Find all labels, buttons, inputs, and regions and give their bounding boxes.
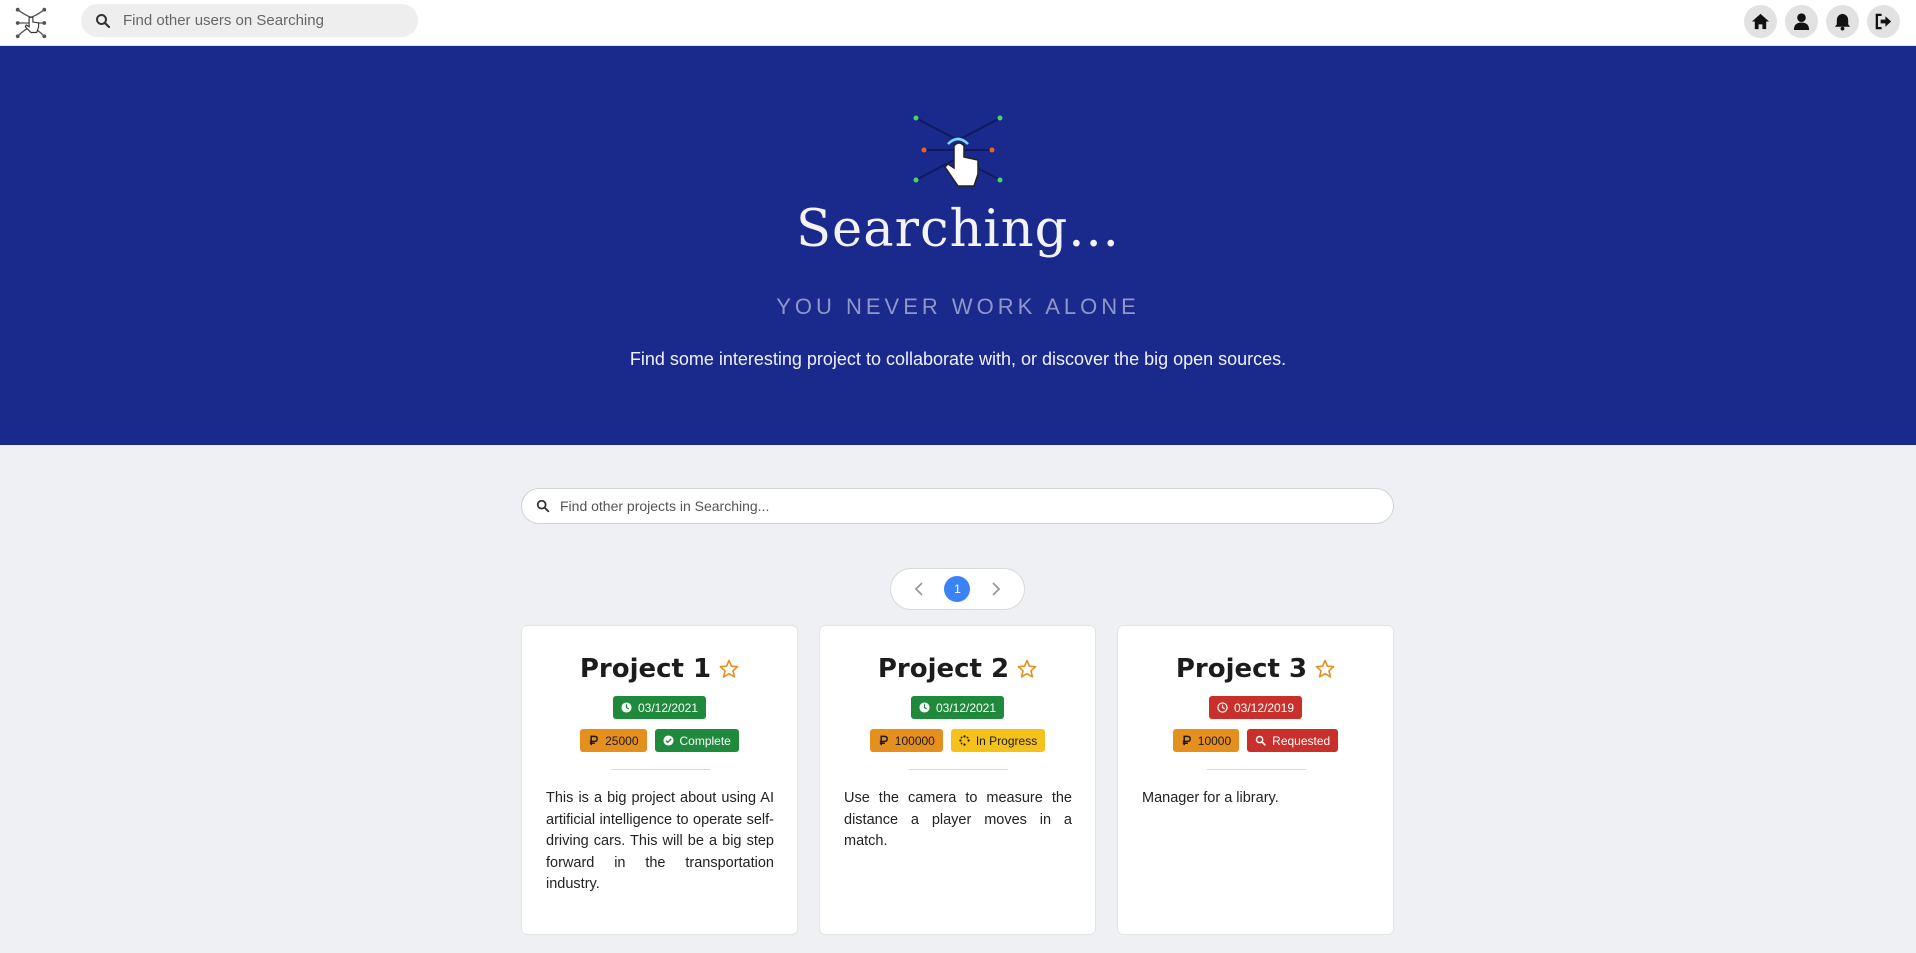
search-icon bbox=[96, 13, 111, 28]
app-logo-icon[interactable] bbox=[12, 4, 50, 42]
searching-logo-icon bbox=[913, 115, 1003, 187]
date-text: 03/12/2019 bbox=[1233, 700, 1295, 715]
project-card[interactable]: Project 2 03/12/2021 100000 In Progress … bbox=[819, 625, 1096, 935]
nav-actions bbox=[1744, 5, 1900, 38]
clock-icon bbox=[1217, 702, 1228, 713]
card-divider bbox=[1207, 769, 1306, 770]
pagination: 1 bbox=[890, 568, 1025, 610]
status-text: Requested bbox=[1272, 733, 1331, 748]
status-badge: Requested bbox=[1247, 729, 1339, 752]
reward-badge: 10000 bbox=[1172, 729, 1240, 752]
logout-button[interactable] bbox=[1867, 5, 1900, 38]
status-text: Complete bbox=[679, 733, 731, 748]
reward-badge: 100000 bbox=[869, 729, 943, 752]
star-icon[interactable] bbox=[719, 659, 739, 679]
ruble-icon bbox=[879, 735, 888, 746]
ruble-icon bbox=[1182, 735, 1191, 746]
reward-badge: 25000 bbox=[580, 729, 647, 752]
date-text: 03/12/2021 bbox=[935, 700, 997, 715]
date-badge: 03/12/2019 bbox=[1208, 696, 1303, 719]
user-search-input[interactable] bbox=[123, 12, 383, 29]
project-search-input[interactable] bbox=[560, 498, 1360, 514]
project-title[interactable]: Project 1 bbox=[580, 654, 711, 684]
status-badge: Complete bbox=[654, 729, 739, 752]
status-badge: In Progress bbox=[950, 729, 1046, 752]
top-navbar bbox=[0, 0, 1916, 46]
card-divider bbox=[909, 769, 1008, 770]
hero-title: Searching... bbox=[796, 200, 1120, 259]
date-text: 03/12/2021 bbox=[637, 700, 699, 715]
project-description: This is a big project about using AI art… bbox=[546, 790, 774, 892]
logout-icon bbox=[1875, 13, 1892, 30]
project-description: Use the camera to measure the distance a… bbox=[844, 790, 1072, 849]
project-search-bar[interactable] bbox=[521, 488, 1394, 524]
previous-page-button[interactable] bbox=[909, 579, 929, 599]
date-badge: 03/12/2021 bbox=[910, 696, 1005, 719]
home-icon bbox=[1751, 13, 1770, 30]
hero-description: Find some interesting project to collabo… bbox=[629, 349, 1287, 369]
card-divider bbox=[611, 769, 710, 770]
user-icon bbox=[1793, 13, 1810, 31]
star-icon[interactable] bbox=[1017, 659, 1037, 679]
search-icon bbox=[1255, 735, 1266, 746]
status-text: In Progress bbox=[975, 733, 1038, 748]
project-title[interactable]: Project 2 bbox=[878, 654, 1009, 684]
reward-text: 25000 bbox=[605, 733, 639, 748]
project-title[interactable]: Project 3 bbox=[1176, 654, 1307, 684]
project-description: Manager for a library. bbox=[1142, 790, 1279, 806]
home-button[interactable] bbox=[1744, 5, 1777, 38]
page-button-current[interactable]: 1 bbox=[944, 576, 971, 602]
date-badge: 03/12/2021 bbox=[612, 696, 707, 719]
hero-banner: Searching... YOU NEVER WORK ALONE Find s… bbox=[0, 46, 1916, 445]
chevron-right-icon bbox=[992, 582, 1001, 596]
project-card[interactable]: Project 3 03/12/2019 10000 Requested Man… bbox=[1117, 625, 1394, 935]
project-card[interactable]: Project 1 03/12/2021 25000 Complete This… bbox=[521, 625, 798, 935]
next-page-button[interactable] bbox=[986, 579, 1006, 599]
check-circle-icon bbox=[662, 735, 674, 746]
clock-icon bbox=[919, 702, 930, 713]
chevron-left-icon bbox=[914, 582, 923, 596]
bell-icon bbox=[1834, 13, 1851, 31]
spinner-icon bbox=[959, 735, 970, 746]
notifications-button[interactable] bbox=[1826, 5, 1859, 38]
star-icon[interactable] bbox=[1315, 659, 1335, 679]
profile-button[interactable] bbox=[1785, 5, 1818, 38]
ruble-icon bbox=[589, 735, 599, 746]
reward-text: 10000 bbox=[1197, 733, 1232, 748]
user-search-bar[interactable] bbox=[81, 4, 418, 37]
hero-tagline: YOU NEVER WORK ALONE bbox=[776, 294, 1140, 319]
reward-text: 100000 bbox=[894, 733, 935, 748]
clock-icon bbox=[621, 702, 632, 713]
search-icon bbox=[536, 499, 550, 513]
